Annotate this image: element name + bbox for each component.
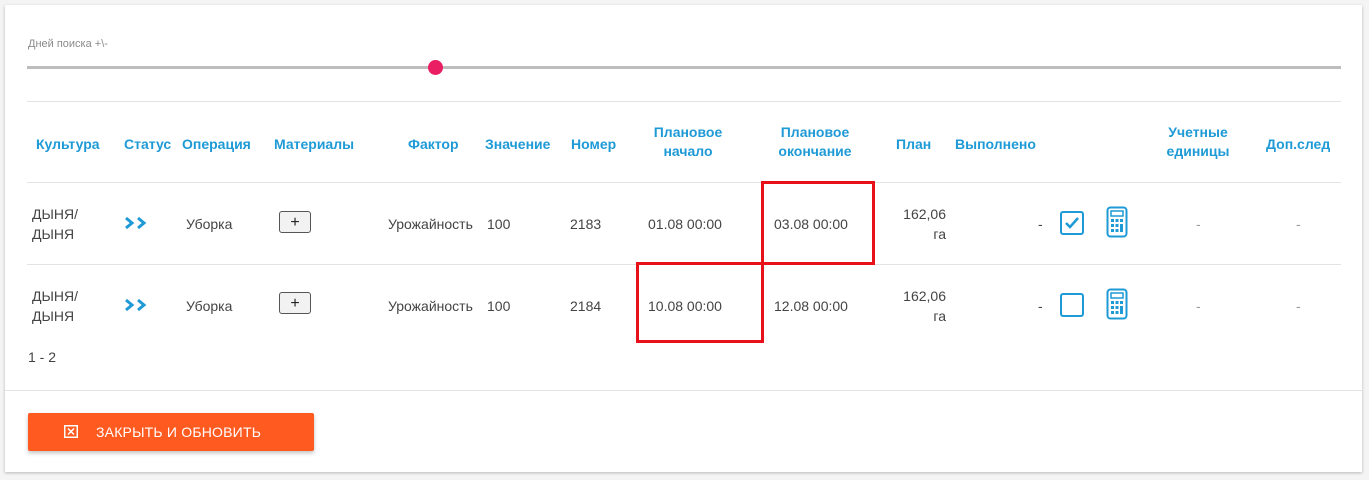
culture-line1: ДЫНЯ/ <box>32 206 78 222</box>
close-button-label: ЗАКРЫТЬ И ОБНОВИТЬ <box>96 424 262 440</box>
plan-unit: га <box>933 226 946 242</box>
header-materials[interactable]: Материалы <box>274 135 354 154</box>
cell-culture: ДЫНЯ/ ДЫНЯ <box>32 204 78 244</box>
cell-operation: Уборка <box>186 216 233 232</box>
close-and-refresh-button[interactable]: ЗАКРЫТЬ И ОБНОВИТЬ <box>28 413 314 451</box>
cell-plan-start: 10.08 00:00 <box>648 298 722 314</box>
cell-value: 100 <box>487 216 511 232</box>
header-plan-end-line2: окончание <box>778 143 852 159</box>
header-plan-start-line1: Плановое <box>653 124 723 140</box>
dialog-panel <box>5 5 1362 472</box>
cell-units: - <box>1196 216 1201 232</box>
header-divider-top <box>27 101 1341 102</box>
add-material-button[interactable]: + <box>279 292 311 314</box>
cell-value: 100 <box>487 298 511 314</box>
cell-factor: Урожайность <box>388 216 473 232</box>
header-factor[interactable]: Фактор <box>408 135 459 154</box>
header-units-line1: Учетные <box>1168 124 1228 140</box>
header-plan[interactable]: План <box>896 135 931 154</box>
footer-divider <box>5 390 1362 391</box>
header-divider-bottom <box>27 182 1341 183</box>
pagination-range: 1 - 2 <box>28 349 57 365</box>
culture-line2: ДЫНЯ <box>32 308 75 324</box>
culture-line1: ДЫНЯ/ <box>32 288 78 304</box>
cell-done: - <box>1038 298 1043 314</box>
header-units-line2: единицы <box>1166 143 1230 159</box>
status-chevrons-icon[interactable] <box>124 216 150 230</box>
cell-plan-start: 01.08 00:00 <box>648 216 722 232</box>
cell-factor: Урожайность <box>388 298 473 314</box>
cell-plan: 162,06 га <box>900 204 946 244</box>
calculator-icon[interactable] <box>1106 206 1128 238</box>
cell-units: - <box>1196 298 1201 314</box>
plan-amount: 162,06 <box>903 206 946 222</box>
calculator-icon[interactable] <box>1106 288 1128 320</box>
header-status[interactable]: Статус <box>124 135 171 154</box>
days-slider-thumb[interactable] <box>428 60 443 75</box>
plan-amount: 162,06 <box>903 288 946 304</box>
header-units[interactable]: Учетные единицы <box>1160 123 1236 161</box>
header-plan-start-line2: начало <box>663 143 713 159</box>
cell-number: 2183 <box>570 216 602 232</box>
cell-done: - <box>1038 216 1043 232</box>
header-plan-end-line1: Плановое <box>780 124 850 140</box>
checkmark-icon <box>1065 217 1079 229</box>
cell-operation: Уборка <box>186 298 233 314</box>
cell-plan: 162,06 га <box>900 286 946 326</box>
days-slider-track[interactable] <box>27 66 1341 69</box>
cell-culture: ДЫНЯ/ ДЫНЯ <box>32 286 78 326</box>
plan-unit: га <box>933 308 946 324</box>
row-divider <box>27 264 1341 265</box>
header-plan-start[interactable]: Плановое начало <box>643 123 733 161</box>
close-box-icon <box>64 425 78 438</box>
cell-extra: - <box>1296 298 1301 314</box>
header-extra[interactable]: Доп.след <box>1266 135 1330 154</box>
add-material-button[interactable]: + <box>279 211 311 233</box>
cell-extra: - <box>1296 216 1301 232</box>
slider-label: Дней поиска +\- <box>28 38 108 50</box>
completed-checkbox[interactable] <box>1060 293 1084 317</box>
cell-number: 2184 <box>570 298 602 314</box>
header-done[interactable]: Выполнено <box>955 135 1036 154</box>
header-number[interactable]: Номер <box>571 135 616 154</box>
header-value[interactable]: Значение <box>485 135 550 154</box>
cell-plan-end: 03.08 00:00 <box>774 216 848 232</box>
status-chevrons-icon[interactable] <box>124 298 150 312</box>
cell-plan-end: 12.08 00:00 <box>774 298 848 314</box>
header-culture[interactable]: Культура <box>36 135 100 154</box>
culture-line2: ДЫНЯ <box>32 226 75 242</box>
completed-checkbox[interactable] <box>1060 211 1084 235</box>
header-operation[interactable]: Операция <box>182 135 251 154</box>
header-plan-end[interactable]: Плановое окончание <box>765 123 865 161</box>
